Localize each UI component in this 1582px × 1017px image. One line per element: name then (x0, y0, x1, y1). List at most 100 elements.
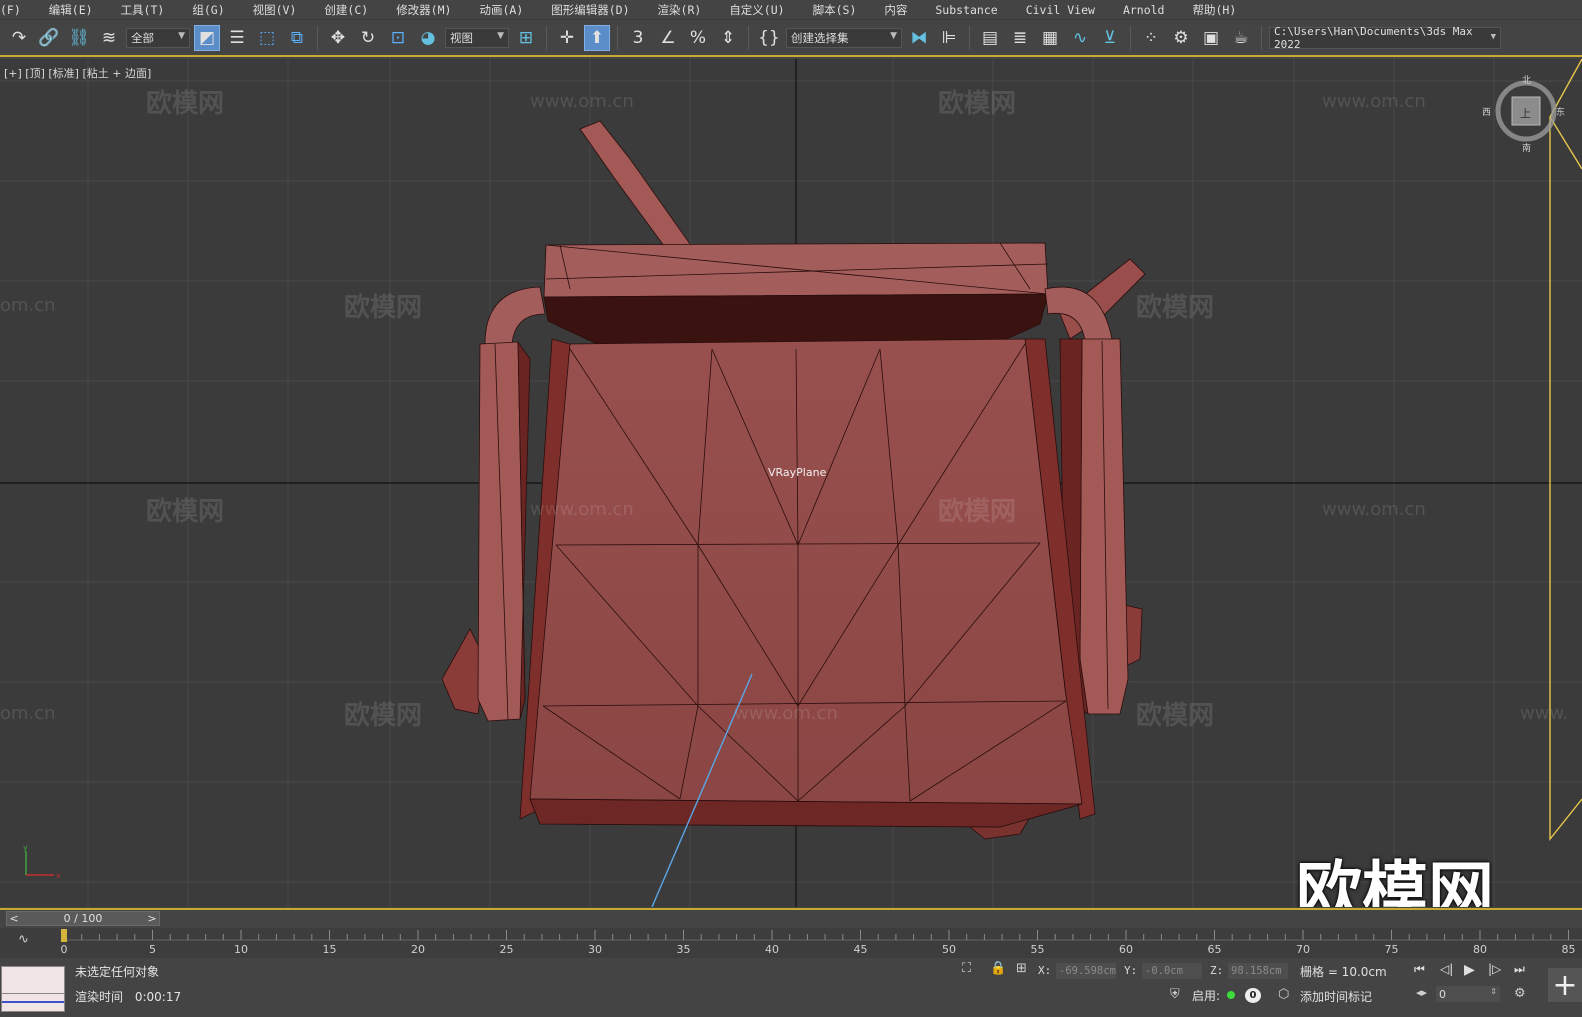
goto-end-icon[interactable]: ⏭ (1514, 962, 1525, 977)
viewport-label[interactable]: [+] [顶] [标准] [粘土 + 边面] (4, 65, 151, 81)
isolate-selection-icon[interactable]: ⛶ (962, 961, 971, 976)
track-tick-label: 80 (1473, 943, 1487, 956)
menu-arnold[interactable]: Arnold (1109, 3, 1179, 17)
watermark-text: 欧模网 (344, 293, 423, 323)
project-path-value: C:\Users\Han\Documents\3ds Max 2022 (1274, 25, 1473, 51)
menu-customize[interactable]: 自定义(U) (715, 2, 798, 18)
align-icon[interactable]: ⊫ (936, 25, 962, 51)
track-tick-label: 65 (1208, 943, 1222, 956)
watermark-text: 欧模网 (344, 701, 423, 731)
frame-counter: 0 / 100 (63, 912, 103, 925)
maxscript-listener-mini[interactable] (1, 966, 65, 1012)
snaps-toggle-icon[interactable]: 3 (625, 25, 651, 51)
watermark-url: www.om.cn (530, 499, 634, 520)
time-tag-icon[interactable]: ⬡ (1278, 987, 1289, 1002)
current-frame-marker[interactable] (61, 929, 67, 942)
track-tick-label: 55 (1031, 943, 1045, 956)
redo-icon[interactable]: ↷ (6, 25, 32, 51)
select-manipulate-icon[interactable]: ✛ (554, 25, 580, 51)
render-time-label: 渲染时间 (75, 990, 124, 1004)
create-panel-button[interactable]: + (1548, 968, 1582, 1003)
scene-explorer-icon[interactable]: ▤ (977, 25, 1003, 51)
menu-rendering[interactable]: 渲染(R) (644, 2, 716, 18)
material-editor-icon[interactable]: ⁘ (1138, 25, 1164, 51)
selection-filter-dropdown[interactable]: 全部 ▼ (126, 28, 190, 48)
spinner-snap-icon[interactable]: ⇕ (715, 25, 741, 51)
track-tick-label: 35 (677, 943, 691, 956)
prev-frame-icon[interactable]: ◁| (1440, 962, 1453, 976)
rendered-frame-window-icon[interactable]: ▣ (1198, 25, 1224, 51)
next-frame-button[interactable]: > (145, 912, 159, 925)
prev-frame-button[interactable]: < (7, 912, 21, 925)
scale-icon[interactable]: ⊡ (385, 25, 411, 51)
keyboard-shortcut-override-icon[interactable]: ⬆ (584, 25, 610, 51)
menu-scripting[interactable]: 脚本(S) (799, 2, 871, 18)
menu-file[interactable]: (F) (0, 3, 35, 17)
menu-modifiers[interactable]: 修改器(M) (382, 2, 465, 18)
y-coord-field[interactable]: -0.0cm (1142, 963, 1202, 979)
track-bar[interactable]: ∿ 0 5 10 15 20 25 30 35 40 45 50 55 60 65 70 75 80 85 (0, 928, 1582, 958)
absolute-mode-icon[interactable]: ⊞ (1016, 961, 1027, 976)
unlink-icon[interactable]: ⛓ (66, 25, 92, 51)
next-frame-icon[interactable]: |▷ (1488, 962, 1501, 976)
current-frame-field[interactable]: 0 ⇕ (1436, 986, 1500, 1002)
key-mode-icon[interactable]: ◂▸ (1416, 986, 1427, 999)
menu-views[interactable]: 视图(V) (239, 2, 311, 18)
move-icon[interactable]: ✥ (325, 25, 351, 51)
percent-snap-icon[interactable]: % (685, 25, 711, 51)
enable-count-badge[interactable]: 0 (1245, 988, 1261, 1003)
place-icon[interactable]: ◕ (415, 25, 441, 51)
menu-graph-editors[interactable]: 图形编辑器(D) (537, 2, 643, 18)
menu-substance[interactable]: Substance (921, 3, 1011, 17)
chair-model[interactable] (441, 120, 1146, 840)
play-icon[interactable]: ▶ (1464, 962, 1475, 978)
menu-content[interactable]: 内容 (870, 2, 921, 18)
watermark-url: www.om.cn (1322, 499, 1426, 520)
rectangular-selection-icon[interactable]: ⬚ (254, 25, 280, 51)
selection-lock-icon[interactable]: 🔒 (990, 961, 1006, 976)
menu-help[interactable]: 帮助(H) (1178, 2, 1250, 18)
spinner-icon: ⇕ (1490, 987, 1497, 996)
edit-named-selection-icon[interactable]: {} (756, 25, 782, 51)
y-coord-label: Y: (1124, 964, 1138, 977)
render-teapot-icon[interactable]: ☕ (1228, 25, 1254, 51)
z-coord-field[interactable]: 98.158cm (1228, 963, 1288, 979)
time-slider-handle[interactable]: < 0 / 100 > (6, 911, 160, 926)
rotate-icon[interactable]: ↻ (355, 25, 381, 51)
goto-start-icon[interactable]: ⏮ (1414, 962, 1425, 977)
menu-group[interactable]: 组(G) (178, 2, 238, 18)
menu-tools[interactable]: 工具(T) (107, 2, 179, 18)
pivot-center-icon[interactable]: ⊞ (513, 25, 539, 51)
mirror-icon[interactable]: ⧓ (906, 25, 932, 51)
main-toolbar: ↷ 🔗 ⛓ ≋ 全部 ▼ ◩ ☰ ⬚ ⧉ ✥ ↻ ⊡ ◕ 视图 ▼ ⊞ ✛ ⬆ … (0, 21, 1582, 57)
current-frame-value: 0 (1439, 987, 1446, 1001)
menu-civil-view[interactable]: Civil View (1012, 3, 1109, 17)
bind-space-warp-icon[interactable]: ≋ (96, 25, 122, 51)
menu-create[interactable]: 创建(C) (310, 2, 382, 18)
select-object-icon[interactable]: ◩ (194, 25, 220, 51)
viewport-top[interactable]: [+] [顶] [标准] [粘土 + 边面] 欧模网 www.om.cn 欧模网… (0, 59, 1582, 907)
menu-animation[interactable]: 动画(A) (465, 2, 537, 18)
time-configuration-icon[interactable]: ⚙ (1514, 986, 1526, 1001)
schematic-view-icon[interactable]: ⊻ (1097, 25, 1123, 51)
render-setup-icon[interactable]: ⚙ (1168, 25, 1194, 51)
angle-snap-icon[interactable]: ∠ (655, 25, 681, 51)
project-path-dropdown[interactable]: C:\Users\Han\Documents\3ds Max 2022 ▼ (1269, 25, 1501, 51)
select-by-name-icon[interactable]: ☰ (224, 25, 250, 51)
reference-coordinate-dropdown[interactable]: 视图 ▼ (445, 28, 509, 48)
curve-editor-icon[interactable]: ∿ (1067, 25, 1093, 51)
ribbon-toggle-icon[interactable]: ▦ (1037, 25, 1063, 51)
select-and-link-icon[interactable]: 🔗 (36, 25, 62, 51)
adaptive-degradation-icon[interactable]: ⛨ (1170, 987, 1180, 1002)
viewcube-top-face[interactable]: 上 (1520, 105, 1531, 121)
viewcube[interactable]: 上 北 南 西 东 (1482, 76, 1565, 154)
menu-edit[interactable]: 编辑(E) (35, 2, 107, 18)
layer-explorer-icon[interactable]: ≣ (1007, 25, 1033, 51)
time-slider[interactable]: < 0 / 100 > (0, 908, 1582, 926)
x-coord-field[interactable]: -69.598cm (1056, 963, 1116, 979)
vrayplane-label: VRayPlane (768, 466, 827, 479)
add-time-tag-button[interactable]: 添加时间标记 (1300, 988, 1372, 1005)
track-tick-label: 60 (1119, 943, 1133, 956)
window-crossing-icon[interactable]: ⧉ (284, 25, 310, 51)
named-selection-set-dropdown[interactable]: 创建选择集 ▼ (786, 28, 902, 48)
